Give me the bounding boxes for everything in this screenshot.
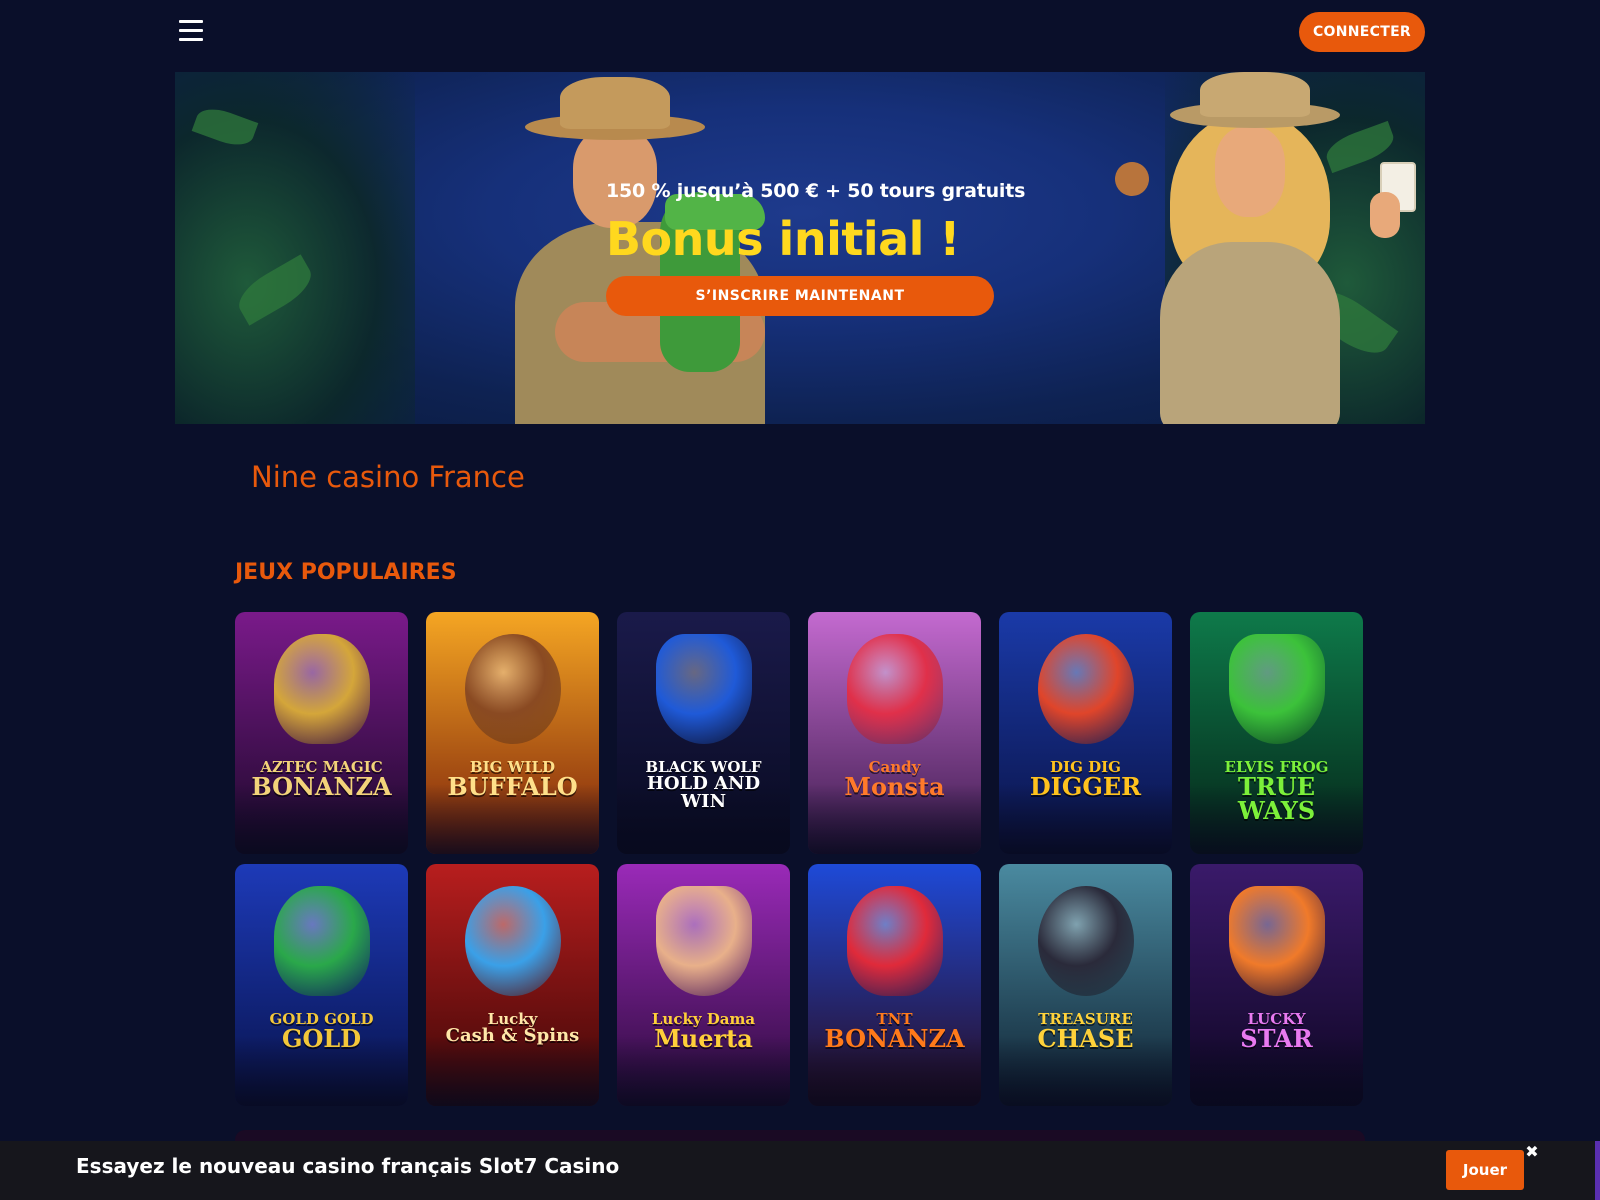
game-logo-line2: DIGGER: [1029, 772, 1142, 801]
game-logo: BIG WILD BUFFALO: [432, 760, 593, 799]
game-logo-line2: CHASE: [1037, 1024, 1134, 1053]
game-logo-line2: BONANZA: [251, 772, 392, 801]
game-character-art: [1228, 886, 1325, 996]
game-tile[interactable]: TREASURE CHASE: [999, 864, 1172, 1106]
hamburger-menu-icon[interactable]: [179, 20, 205, 44]
promo-subtitle: 150 % jusqu’à 500 € + 50 tours gratuits: [606, 180, 1026, 202]
game-logo: TREASURE CHASE: [1005, 1012, 1166, 1051]
promo-footer-bar: Essayez le nouveau casino français Slot7…: [0, 1141, 1600, 1200]
game-tile[interactable]: GOLD GOLD GOLD: [235, 864, 408, 1106]
game-logo-line2: Cash & Spins: [445, 1025, 580, 1046]
game-logo: DIG DIG DIGGER: [1005, 760, 1166, 799]
game-character-art: [1037, 634, 1134, 744]
game-logo: LUCKY STAR: [1196, 1012, 1357, 1051]
game-character-art: [846, 634, 943, 744]
popular-games-grid: AZTEC MAGIC BONANZA BIG WILD BUFFALO BLACK W…: [235, 612, 1365, 1107]
game-logo-line2: BUFFALO: [447, 772, 578, 801]
promo-footer-text: Essayez le nouveau casino français Slot7…: [76, 1154, 620, 1178]
game-tile[interactable]: Lucky Dama Muerta: [617, 864, 790, 1106]
game-character-art: [1228, 634, 1325, 744]
game-tile[interactable]: TNT BONANZA: [808, 864, 981, 1106]
banner-text-block: 150 % jusqu’à 500 € + 50 tours gratuits …: [606, 180, 1026, 316]
game-logo: Lucky Cash & Spins: [432, 1012, 593, 1045]
game-character-art: [273, 886, 370, 996]
game-tile[interactable]: Lucky Cash & Spins: [426, 864, 599, 1106]
game-logo: BLACK WOLF HOLD AND WIN: [623, 760, 784, 811]
tile-shade: [426, 1036, 599, 1106]
game-tile[interactable]: BIG WILD BUFFALO: [426, 612, 599, 854]
game-logo-line2: Monsta: [844, 772, 945, 801]
game-character-art: [464, 634, 561, 744]
game-logo: TNT BONANZA: [814, 1012, 975, 1051]
game-logo: ELVIS FROG TRUE WAYS: [1196, 760, 1357, 823]
promo-title: Bonus initial !: [606, 212, 960, 266]
game-tile[interactable]: LUCKY STAR: [1190, 864, 1363, 1106]
game-character-art: [273, 634, 370, 744]
game-character-art: [655, 634, 752, 744]
site-header: CONNECTER: [0, 0, 1600, 66]
game-tile[interactable]: BLACK WOLF HOLD AND WIN: [617, 612, 790, 854]
play-button[interactable]: Jouer: [1446, 1150, 1524, 1190]
game-logo: Lucky Dama Muerta: [623, 1012, 784, 1051]
game-logo-line2: STAR: [1240, 1024, 1313, 1053]
game-logo: GOLD GOLD GOLD: [241, 1012, 402, 1051]
signup-button[interactable]: S’INSCRIRE MAINTENANT: [606, 276, 994, 316]
scrollbar-edge[interactable]: [1595, 1141, 1600, 1200]
game-tile[interactable]: ELVIS FROG TRUE WAYS: [1190, 612, 1363, 854]
game-logo: AZTEC MAGIC BONANZA: [241, 760, 402, 799]
login-button[interactable]: CONNECTER: [1299, 12, 1425, 52]
game-tile[interactable]: DIG DIG DIGGER: [999, 612, 1172, 854]
game-logo: Candy Monsta: [814, 760, 975, 799]
game-logo-line2: GOLD: [281, 1024, 362, 1053]
explorer-woman-illustration: [1100, 72, 1416, 424]
close-icon[interactable]: ✖: [1524, 1145, 1540, 1161]
promo-banner: 150 % jusqu’à 500 € + 50 tours gratuits …: [175, 72, 1425, 424]
game-character-art: [846, 886, 943, 996]
game-logo-line2: BONANZA: [824, 1024, 965, 1053]
popular-games-heading: JEUX POPULAIRES: [235, 560, 457, 585]
game-logo-line2: Muerta: [654, 1024, 753, 1053]
site-title: Nine casino France: [251, 460, 525, 494]
game-character-art: [464, 886, 561, 996]
game-logo-line2: TRUE WAYS: [1237, 772, 1316, 825]
game-character-art: [1037, 886, 1134, 996]
game-tile[interactable]: AZTEC MAGIC BONANZA: [235, 612, 408, 854]
game-character-art: [655, 886, 752, 996]
game-tile[interactable]: Candy Monsta: [808, 612, 981, 854]
game-logo-line2: HOLD AND WIN: [646, 773, 761, 812]
